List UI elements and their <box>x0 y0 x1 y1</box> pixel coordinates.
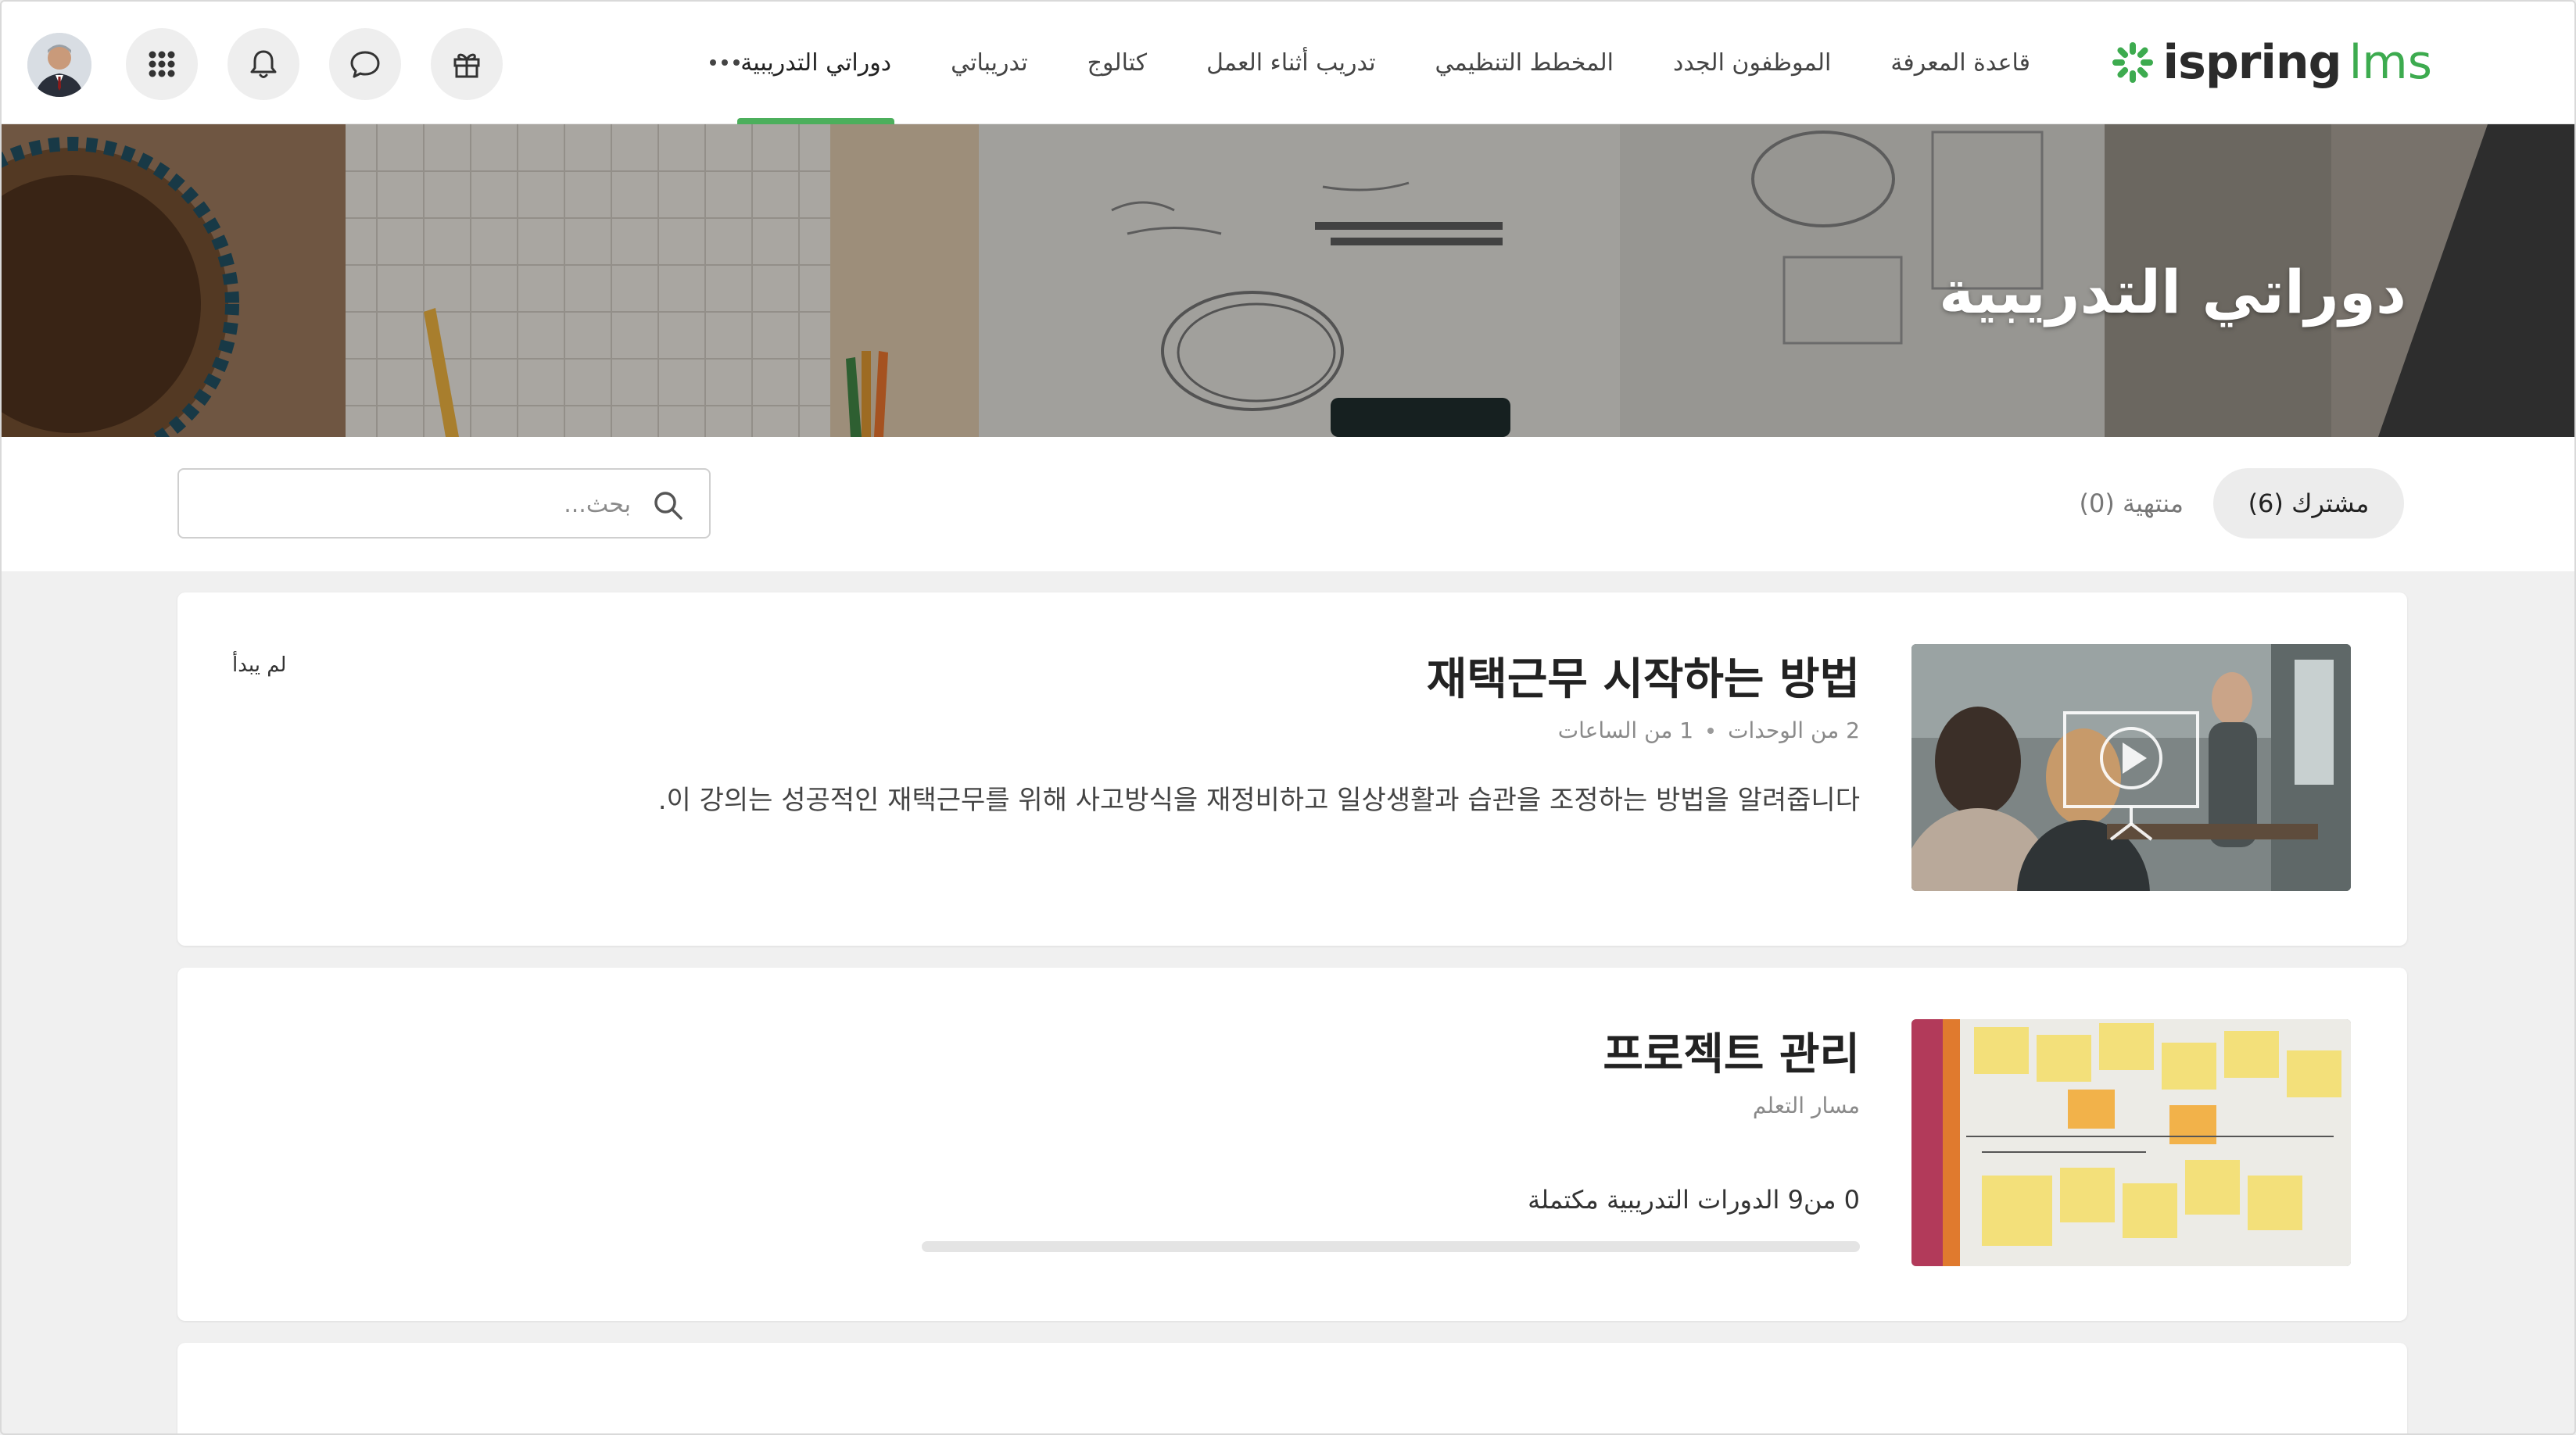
app-window: دوراتي التدريبية تدريباتي كتالوج تدريب أ… <box>0 0 2576 1435</box>
learning-path-title[interactable]: 프로젝트 관리 <box>1603 1019 1860 1083</box>
learning-path-type: مسار التعلم <box>1752 1093 1860 1118</box>
meta-separator-dot <box>1707 727 1714 734</box>
ispring-flower-icon <box>2112 42 2153 83</box>
tab-completed[interactable]: منتهية (0) <box>2079 468 2184 539</box>
messages-button[interactable] <box>329 28 401 100</box>
apps-grid-icon <box>149 51 175 77</box>
learning-path-thumbnail[interactable] <box>1911 1019 2351 1266</box>
nav-knowledge-base[interactable]: قاعدة المعرفة <box>1861 2 2060 124</box>
course-status-badge: لم يبدأ <box>232 653 287 677</box>
learning-path-card[interactable]: 프로젝트 관리 مسار التعلم 0 من9 الدورات التدري… <box>177 968 2407 1321</box>
nav-org-chart[interactable]: المخطط التنظيمي <box>1406 2 1643 124</box>
progress-bar <box>922 1241 1860 1252</box>
logo-suffix: lms <box>2348 35 2432 90</box>
apps-grid-button[interactable] <box>126 28 198 100</box>
search-input[interactable] <box>224 485 631 523</box>
ispring-logo[interactable]: ispring lms <box>2110 33 2432 92</box>
page-banner: دوراتي التدريبية <box>2 124 2574 437</box>
course-card[interactable]: 재택근무 시작하는 방법 1 من الساعات 2 من الوحدات .… <box>177 592 2407 946</box>
course-card-partial[interactable] <box>177 1343 2407 1433</box>
page-title: دوراتي التدريبية <box>1939 257 2406 327</box>
nav-new-employees[interactable]: الموظفون الجدد <box>1643 2 1861 124</box>
filter-bar: مشترك (6) منتهية (0) <box>2 437 2574 571</box>
top-bar: دوراتي التدريبية تدريباتي كتالوج تدريب أ… <box>2 2 2574 124</box>
main-nav: دوراتي التدريبية تدريباتي كتالوج تدريب أ… <box>711 2 2060 124</box>
nav-my-courses[interactable]: دوراتي التدريبية <box>711 2 921 124</box>
course-description: .이 강의는 성공적인 재택근무를 위해 사고방식을 재정비하고 일상생활과 습… <box>657 785 1860 816</box>
nav-my-trainings[interactable]: تدريباتي <box>921 2 1057 124</box>
search-box <box>177 468 711 539</box>
course-modules: 2 من الوحدات <box>1728 718 1860 743</box>
sticky-notes-board-thumbnail <box>1911 1019 2351 1266</box>
user-avatar[interactable] <box>27 33 91 97</box>
search-icon[interactable] <box>651 488 686 523</box>
rewards-button[interactable] <box>431 28 503 100</box>
gift-icon <box>453 53 480 78</box>
course-thumbnail[interactable] <box>1911 644 2351 891</box>
nav-on-the-job-training[interactable]: تدريب أثناء العمل <box>1177 2 1405 124</box>
bell-icon <box>250 50 277 78</box>
course-title[interactable]: 재택근무 시작하는 방법 <box>1427 644 1860 707</box>
video-presentation-thumbnail <box>1911 644 2351 891</box>
tab-enrolled[interactable]: مشترك (6) <box>2213 468 2404 539</box>
nav-catalog[interactable]: كتالوج <box>1058 2 1177 124</box>
progress-text: 0 من9 الدورات التدريبية مكتملة <box>1528 1185 1860 1215</box>
course-hours: 1 من الساعات <box>1557 718 1694 743</box>
logo-wordmark: ispring <box>2162 35 2342 90</box>
learning-path-meta: مسار التعلم <box>1753 1093 1860 1118</box>
notifications-button[interactable] <box>228 28 299 100</box>
course-meta: 1 من الساعات 2 من الوحدات <box>1558 718 1860 743</box>
chat-icon <box>350 51 380 78</box>
